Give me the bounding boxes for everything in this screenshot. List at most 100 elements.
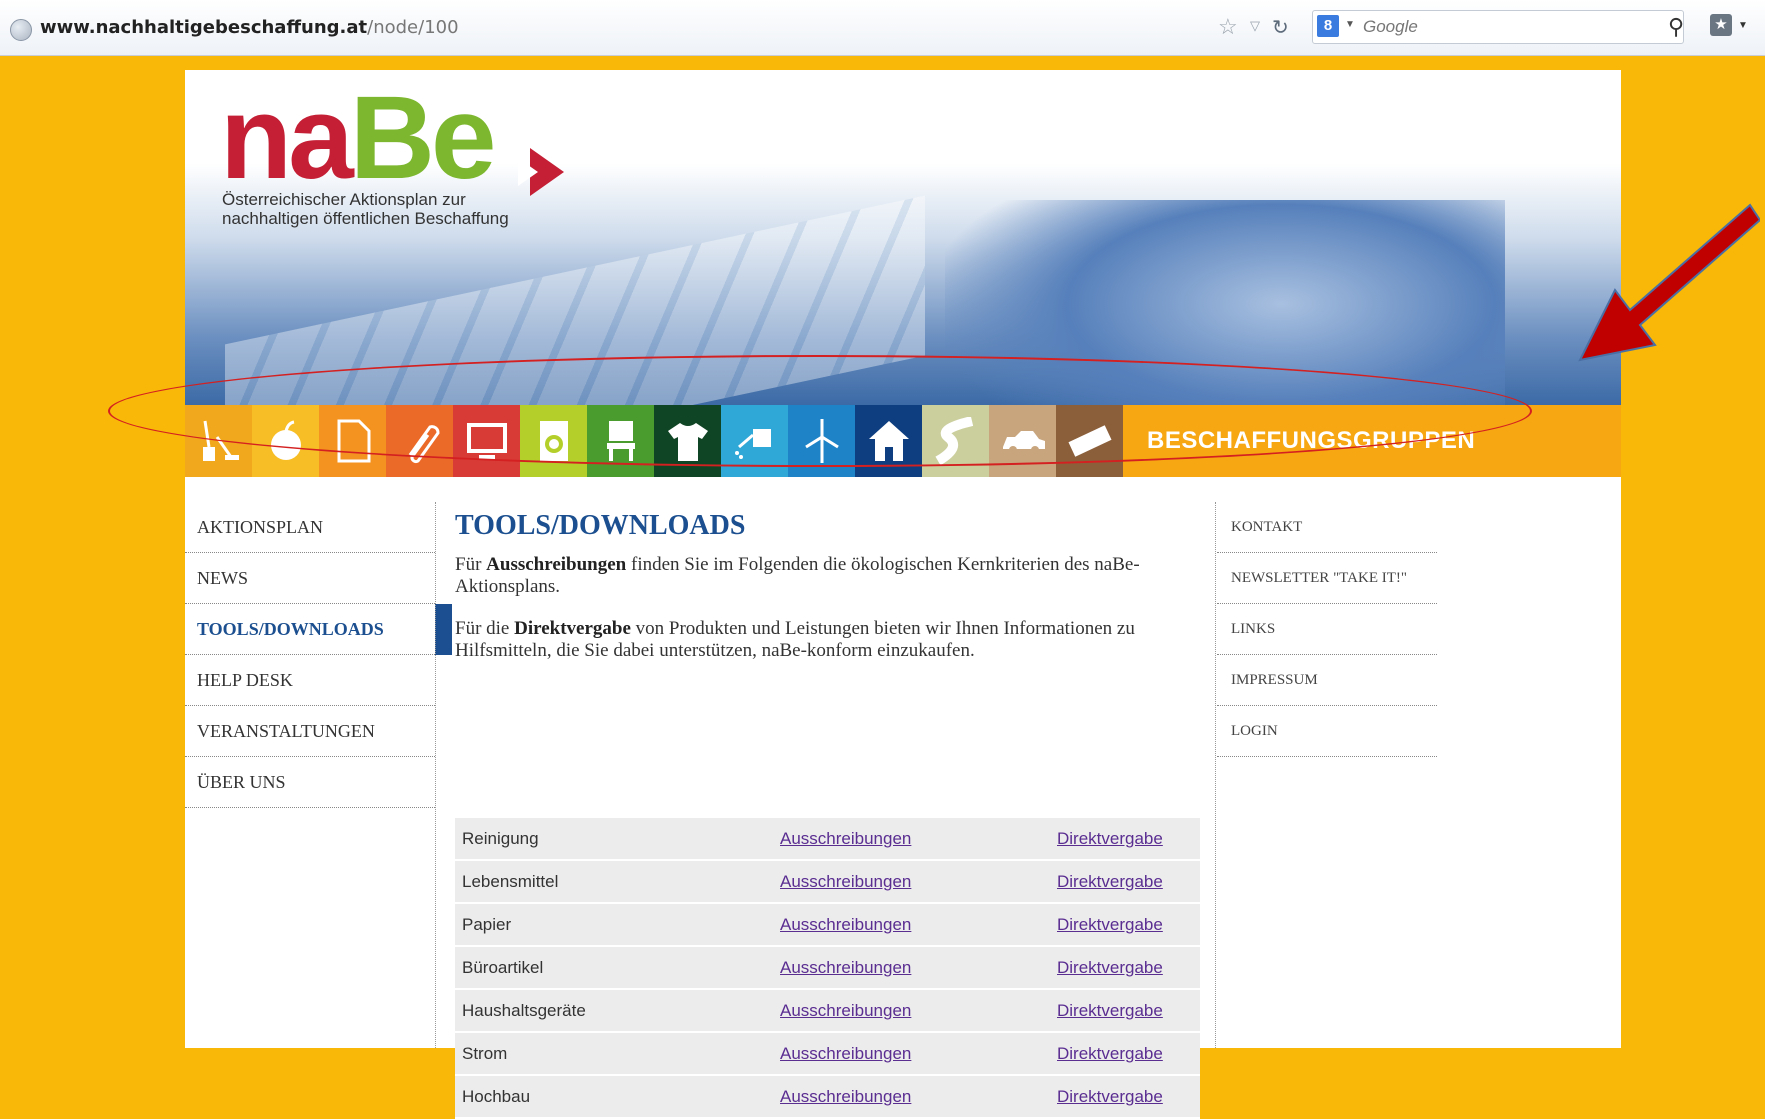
table-row: Haushaltsgeräte Ausschreibungen Direktverg… [455, 990, 1200, 1033]
globe-icon [10, 19, 32, 41]
reload-icon[interactable]: ↻ [1272, 15, 1289, 40]
row-category: Strom [462, 1043, 508, 1063]
row-category: Büroartikel [462, 957, 544, 977]
direktvergabe-link[interactable]: Direktvergabe [1057, 915, 1163, 935]
search-placeholder[interactable]: Google [1363, 17, 1418, 37]
category-tile-it[interactable] [453, 405, 520, 477]
category-tile-paper[interactable] [319, 405, 386, 477]
table-row: Papier Ausschreibungen Direktvergabe [455, 904, 1200, 947]
monitor-icon [466, 423, 507, 460]
right-divider [1215, 502, 1216, 1048]
star-icon[interactable]: ☆ [1218, 14, 1238, 40]
logo-subtitle-2: nachhaltigen öffentlichen Beschaffung [222, 209, 509, 228]
ausschreibungen-link[interactable]: Ausschreibungen [780, 829, 1057, 849]
category-tile-food[interactable] [252, 405, 319, 477]
nav-item-impressum[interactable]: IMPRESSUM [1217, 655, 1437, 706]
direktvergabe-link[interactable]: Direktvergabe [1057, 829, 1163, 849]
left-divider [435, 502, 436, 1048]
nav-item-help-desk[interactable]: HELP DESK [185, 655, 435, 706]
address-bar[interactable]: www.nachhaltigebeschaffung.at/node/100 [40, 17, 459, 38]
category-tile-office[interactable] [386, 405, 453, 477]
intro-paragraph-2: Für die Direktvergabe von Produkten und … [455, 618, 1135, 661]
row-category: Reinigung [462, 828, 539, 848]
category-tile-appliances[interactable] [520, 405, 587, 477]
hand-image [945, 200, 1505, 405]
apple-icon [270, 420, 301, 460]
ausschreibungen-link[interactable]: Ausschreibungen [780, 915, 1057, 935]
nabe-logo[interactable]: naBe Österreichischer Aktionsplan zur na… [220, 79, 564, 228]
nav-item-tools-downloads[interactable]: TOOLS/DOWNLOADS [185, 604, 452, 655]
watering-can-icon [734, 429, 771, 459]
paper-icon [337, 419, 370, 463]
category-tile-furniture[interactable] [587, 405, 654, 477]
category-tile-vehicles[interactable] [989, 405, 1056, 477]
nav-item-veranstaltungen[interactable]: VERANSTALTUNGEN [185, 706, 435, 757]
row-category: Lebensmittel [462, 871, 559, 891]
table-row: Lebensmittel Ausschreibungen Direktvergabe [455, 861, 1200, 904]
search-engine-icon[interactable]: 8 [1317, 15, 1339, 37]
nav-item-news[interactable]: NEWS [185, 553, 435, 604]
category-tile-cleaning[interactable] [185, 405, 252, 477]
row-category: Haushaltsgeräte [462, 1000, 586, 1020]
procurement-groups-label[interactable]: BESCHAFFUNGSGRUPPEN [1123, 405, 1621, 477]
header-banner: naBe Österreichischer Aktionsplan zur na… [185, 70, 1621, 405]
road-icon [934, 417, 973, 465]
search-engine-caret-icon[interactable]: ▼ [1345, 19, 1355, 30]
direktvergabe-link[interactable]: Direktvergabe [1057, 872, 1163, 892]
page-title: TOOLS/DOWNLOADS [455, 510, 746, 541]
wind-turbine-icon [804, 419, 839, 463]
row-category: Papier [462, 914, 512, 934]
logo-na: naBe [220, 72, 497, 204]
direktvergabe-link[interactable]: Direktvergabe [1057, 1001, 1163, 1021]
url-domain: www.nachhaltigebeschaffung.at [40, 17, 368, 38]
main-content: TOOLS/DOWNLOADS Für Ausschreibungen find… [455, 510, 1200, 1119]
tshirt-icon [667, 423, 708, 461]
table-row: Hochbau Ausschreibungen Direktvergabe [455, 1076, 1200, 1119]
category-tile-energy[interactable] [788, 405, 855, 477]
bookmark-icon[interactable]: ★ [1710, 14, 1732, 36]
category-strip: BESCHAFFUNGSGRUPPEN [185, 405, 1621, 477]
bookmark-caret-icon[interactable]: ▼ [1738, 20, 1748, 31]
intro-paragraph-1: Für Ausschreibungen finden Sie im Folgen… [455, 554, 1140, 597]
table-row: Strom Ausschreibungen Direktvergabe [455, 1033, 1200, 1076]
browser-toolbar: www.nachhaltigebeschaffung.at/node/100 ☆… [0, 0, 1765, 56]
table-row: Büroartikel Ausschreibungen Direktvergabe [455, 947, 1200, 990]
nav-item-kontakt[interactable]: KONTAKT [1217, 502, 1437, 553]
nav-item-newsletter[interactable]: NEWSLETTER "TAKE IT!" [1217, 553, 1437, 604]
house-icon [868, 421, 909, 461]
nav-item-links[interactable]: LINKS [1217, 604, 1437, 655]
ausschreibungen-link[interactable]: Ausschreibungen [780, 1044, 1057, 1064]
washing-machine-icon [539, 421, 568, 461]
direktvergabe-link[interactable]: Direktvergabe [1057, 1087, 1163, 1107]
car-icon [1002, 431, 1045, 454]
ausschreibungen-link[interactable]: Ausschreibungen [780, 872, 1057, 892]
page-container: naBe Österreichischer Aktionsplan zur na… [185, 70, 1621, 1119]
category-tile-garden[interactable] [721, 405, 788, 477]
category-tile-road[interactable] [922, 405, 989, 477]
paperclip-icon [408, 425, 439, 464]
right-nav: KONTAKT NEWSLETTER "TAKE IT!" LINKS IMPR… [1217, 502, 1437, 757]
dropdown-icon[interactable]: ▽ [1250, 18, 1260, 34]
nav-item-aktionsplan[interactable]: AKTIONSPLAN [185, 502, 435, 553]
category-tile-building[interactable] [855, 405, 922, 477]
direktvergabe-link[interactable]: Direktvergabe [1057, 1044, 1163, 1064]
nav-item-login[interactable]: LOGIN [1217, 706, 1437, 757]
cleaning-icon [202, 420, 239, 461]
category-tile-event[interactable] [1056, 405, 1123, 477]
magnifier-icon[interactable]: ⚲ [1668, 14, 1684, 40]
search-box[interactable]: 8 ▼ Google [1312, 10, 1684, 44]
annotation-arrow-icon [1578, 203, 1760, 362]
category-tile-textiles[interactable] [654, 405, 721, 477]
logo-arrow-icon [518, 148, 564, 196]
left-nav: AKTIONSPLAN NEWS TOOLS/DOWNLOADS HELP DE… [185, 502, 452, 808]
url-path: /node/100 [367, 17, 459, 38]
table-row: Reinigung Ausschreibungen Direktvergabe [455, 818, 1200, 861]
logo-subtitle-1: Österreichischer Aktionsplan zur [222, 190, 466, 209]
direktvergabe-link[interactable]: Direktvergabe [1057, 958, 1163, 978]
ausschreibungen-link[interactable]: Ausschreibungen [780, 1087, 1057, 1107]
ausschreibungen-link[interactable]: Ausschreibungen [780, 1001, 1057, 1021]
ausschreibungen-link[interactable]: Ausschreibungen [780, 958, 1057, 978]
row-category: Hochbau [462, 1086, 531, 1106]
downloads-table: Reinigung Ausschreibungen Direktvergabe Le… [455, 818, 1200, 1119]
nav-item-ueber-uns[interactable]: ÜBER UNS [185, 757, 435, 808]
